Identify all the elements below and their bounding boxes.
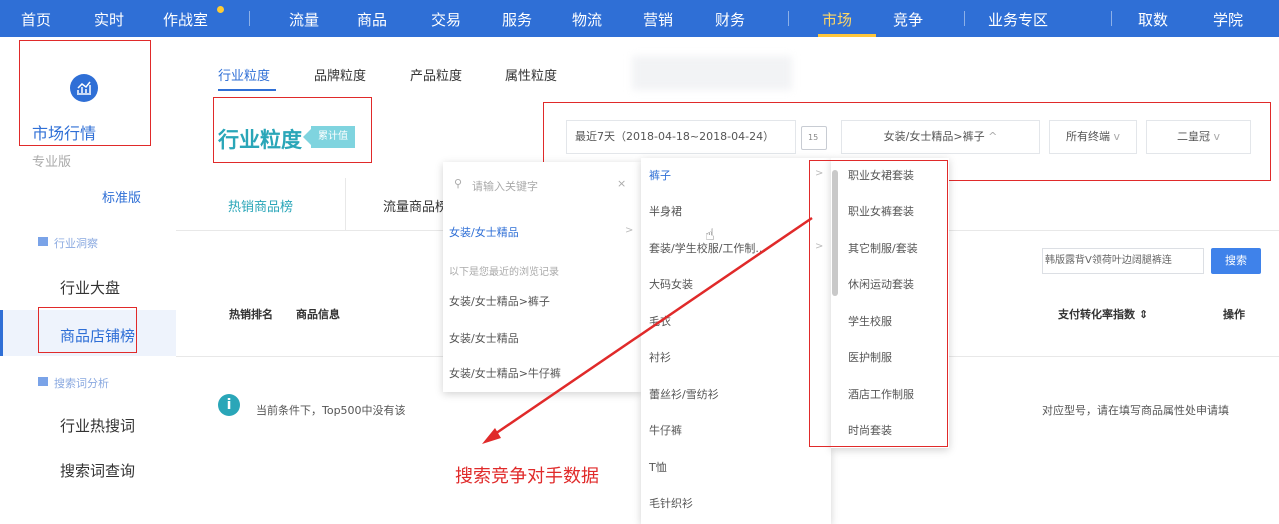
annotation-text: 搜索竞争对手数据 [455, 466, 599, 487]
annotation-arrow [482, 216, 813, 444]
